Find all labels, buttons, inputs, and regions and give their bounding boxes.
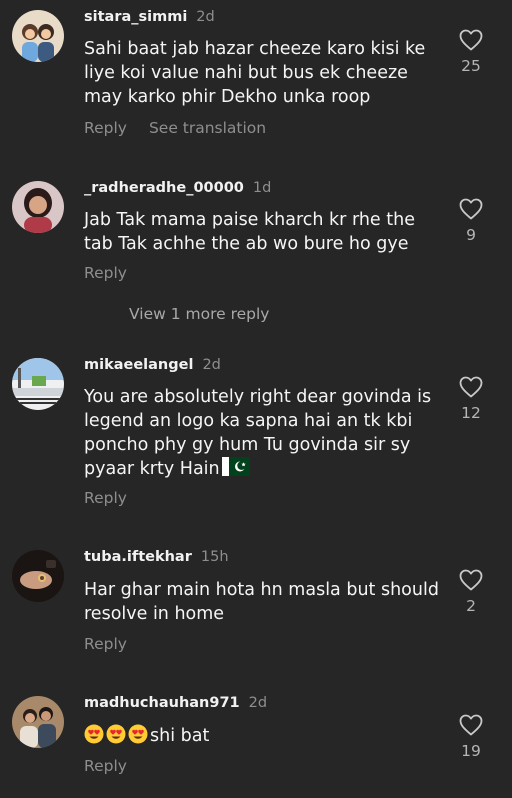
like-count: 9 (466, 226, 476, 244)
username[interactable]: tuba.iftekhar (84, 549, 192, 565)
comment-actions: Reply (84, 489, 127, 507)
heart-eyes-emoji-icon (106, 724, 126, 744)
reply-button[interactable]: Reply (84, 635, 127, 653)
avatar[interactable] (12, 358, 64, 410)
like-button[interactable]: 9 (450, 198, 492, 244)
avatar[interactable] (12, 10, 64, 62)
comment-text: Har ghar main hota hn masla but should r… (84, 580, 439, 624)
like-button[interactable]: 2 (450, 569, 492, 615)
avatar[interactable] (12, 181, 64, 233)
comment-meta: madhuchauhan971 2d (84, 694, 267, 711)
comment-meta: mikaeelangel 2d (84, 356, 221, 373)
comment-meta: tuba.iftekhar 15h (84, 548, 229, 565)
like-count: 25 (461, 57, 481, 75)
timestamp: 2d (202, 357, 221, 373)
reply-button[interactable]: Reply (84, 264, 127, 282)
view-more-replies-button[interactable]: View 1 more reply (129, 305, 269, 323)
avatar[interactable] (12, 696, 64, 748)
timestamp: 2d (196, 9, 215, 25)
like-count: 12 (461, 404, 481, 422)
heart-eyes-emoji-icon (84, 724, 104, 744)
comment-text-content: You are absolutely right dear govinda is… (84, 387, 432, 479)
like-button[interactable]: 25 (450, 29, 492, 75)
comment-meta: sitara_simmi 2d (84, 8, 215, 25)
like-button[interactable]: 12 (450, 376, 492, 422)
comment-text: Jab Tak mama paise kharch kr rhe the tab… (84, 210, 415, 254)
timestamp: 2d (248, 695, 268, 711)
comment-actions: Reply See translation (84, 119, 266, 137)
username[interactable]: sitara_simmi (84, 9, 187, 25)
like-count: 2 (466, 597, 476, 615)
heart-outline-icon[interactable] (459, 376, 483, 398)
like-count: 19 (461, 742, 481, 760)
heart-eyes-emoji-icon (128, 724, 148, 744)
timestamp: 1d (252, 180, 272, 196)
username[interactable]: madhuchauhan971 (84, 695, 240, 711)
reply-button[interactable]: Reply (84, 757, 127, 775)
heart-outline-icon[interactable] (459, 29, 483, 51)
comment-actions: Reply (84, 635, 127, 653)
comment-meta: _radheradhe_00000 1d (84, 179, 271, 196)
username[interactable]: _radheradhe_00000 (84, 180, 244, 196)
heart-outline-icon[interactable] (459, 198, 483, 220)
reply-button[interactable]: Reply (84, 119, 127, 137)
pakistan-flag-icon (221, 457, 250, 476)
comment-actions: Reply (84, 264, 127, 282)
comment-text: shi bat (84, 724, 444, 748)
comment-text-content: shi bat (150, 726, 210, 746)
comment-text: Sahi baat jab hazar cheeze karo kisi ke … (84, 39, 426, 107)
heart-outline-icon[interactable] (459, 714, 483, 736)
avatar[interactable] (12, 550, 64, 602)
comment-text: You are absolutely right dear govinda is… (84, 385, 444, 481)
username[interactable]: mikaeelangel (84, 357, 193, 373)
comment-actions: Reply (84, 757, 127, 775)
reply-button[interactable]: Reply (84, 489, 127, 507)
timestamp: 15h (200, 549, 229, 565)
heart-outline-icon[interactable] (459, 569, 483, 591)
see-translation-button[interactable]: See translation (149, 119, 266, 137)
like-button[interactable]: 19 (450, 714, 492, 760)
